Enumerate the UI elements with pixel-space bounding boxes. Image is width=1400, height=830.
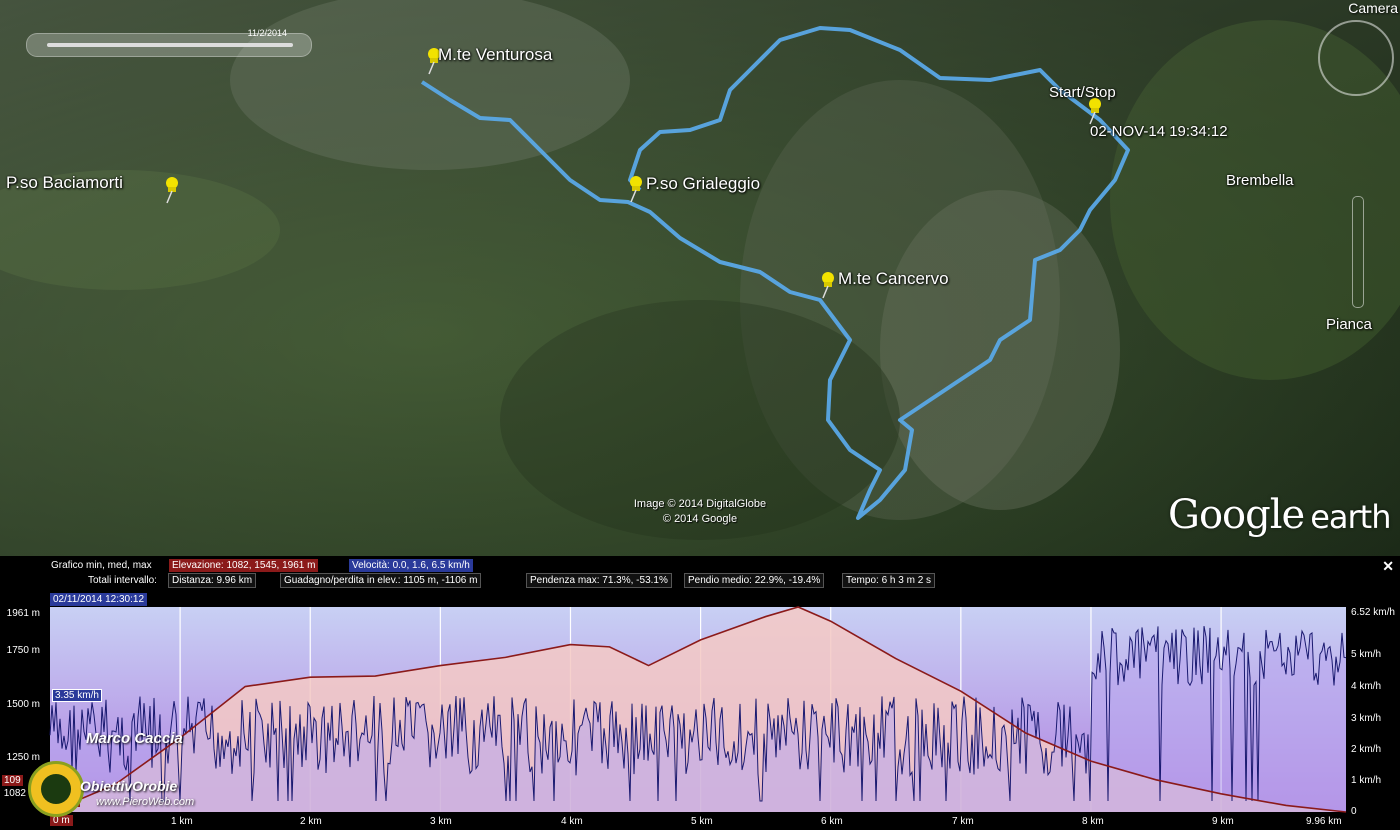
left-axis-label: 1750 m <box>6 645 40 656</box>
gps-track[interactable] <box>0 0 1400 556</box>
time-stat: Tempo: 6 h 3 m 2 s <box>842 573 936 588</box>
right-axis-label: 3 km/h <box>1351 713 1382 724</box>
zoom-slider[interactable] <box>1352 196 1364 308</box>
cursor-elevation-value: 109 <box>2 775 23 786</box>
placemark-label[interactable]: Start/Stop <box>1049 84 1116 101</box>
x-axis-label: 6 km <box>821 816 843 827</box>
max-slope-stat: Pendenza max: 71.3%, -53.1% <box>526 573 672 588</box>
x-axis-label: 7 km <box>952 816 974 827</box>
map-view[interactable]: 11/2/2014 Camera M.te Venturosa P.so Bac… <box>0 0 1400 556</box>
logo-name: ObiettivOrobie <box>80 778 178 794</box>
imagery-credits: Image © 2014 DigitalGlobe © 2014 Google <box>600 497 800 527</box>
cursor-speed-value: 3.35 km/h <box>52 689 102 702</box>
author-signature: Marco Caccia <box>86 730 183 747</box>
start-timestamp: 02-NOV-14 19:34:12 <box>1090 123 1228 140</box>
right-axis-label: 6.52 km/h <box>1351 607 1395 618</box>
x-axis-label: 2 km <box>300 816 322 827</box>
right-axis-label: 0 <box>1351 806 1357 817</box>
placemark-label[interactable]: P.so Grialeggio <box>646 174 760 194</box>
right-axis-label: 2 km/h <box>1351 744 1382 755</box>
x-axis-label: 4 km <box>561 816 583 827</box>
left-axis-label: 1961 m <box>6 608 40 619</box>
placemark-label[interactable]: M.te Cancervo <box>838 269 949 289</box>
right-axis-label: 5 km/h <box>1351 649 1382 660</box>
left-axis-label: 1082 <box>3 788 26 799</box>
left-axis-label: 1500 m <box>6 699 40 710</box>
obiettivorobie-logo <box>28 761 84 817</box>
x-axis-label: 9.96 km <box>1306 816 1342 827</box>
totals-label: Totali intervallo: <box>88 575 157 586</box>
brand-sub: earth <box>1310 498 1391 536</box>
x-axis-label: 9 km <box>1212 816 1234 827</box>
logo-url: www.PieroWeb.com <box>96 796 195 808</box>
close-icon[interactable]: ✕ <box>1382 558 1394 575</box>
x-axis-label: 5 km <box>691 816 713 827</box>
right-axis-label: 1 km/h <box>1351 775 1382 786</box>
time-slider-track[interactable] <box>47 43 293 47</box>
google-earth-logo: Google earth <box>1168 492 1391 538</box>
cursor-timestamp: 02/11/2014 12:30:12 <box>50 593 148 606</box>
speed-stat[interactable]: Velocità: 0.0, 1.6, 6.5 km/h <box>349 559 473 572</box>
gain-loss-stat: Guadagno/perdita in elev.: 1105 m, -1106… <box>280 573 482 588</box>
distance-stat: Distanza: 9.96 km <box>168 573 257 588</box>
right-axis-label: 4 km/h <box>1351 681 1382 692</box>
profile-stats: Grafico min, med, max Elevazione: 1082, … <box>0 556 1400 590</box>
time-slider[interactable]: 11/2/2014 <box>26 28 312 57</box>
placemark-label[interactable]: M.te Venturosa <box>438 45 552 65</box>
elevation-stat[interactable]: Elevazione: 1082, 1545, 1961 m <box>169 559 319 572</box>
compass-navigation[interactable] <box>1318 20 1394 96</box>
avg-slope-stat: Pendio medio: 22.9%, -19.4% <box>684 573 825 588</box>
graph-label: Grafico min, med, max <box>51 560 152 571</box>
left-axis-label: 1250 m <box>6 752 40 763</box>
x-axis-label: 3 km <box>430 816 452 827</box>
town-label: Brembella <box>1226 172 1294 189</box>
camera-label: Camera <box>1348 0 1398 16</box>
x-axis-label: 1 km <box>171 816 193 827</box>
profile-chart[interactable] <box>0 606 1400 830</box>
brand-main: Google <box>1168 492 1305 538</box>
placemark-label[interactable]: P.so Baciamorti <box>6 173 123 193</box>
x-axis-label: 8 km <box>1082 816 1104 827</box>
town-label: Pianca <box>1326 316 1372 333</box>
credits-line: © 2014 Google <box>662 513 738 525</box>
time-slider-date: 11/2/2014 <box>247 28 287 38</box>
credits-line: Image © 2014 DigitalGlobe <box>633 498 767 510</box>
elevation-profile-panel[interactable]: Grafico min, med, max Elevazione: 1082, … <box>0 556 1400 830</box>
